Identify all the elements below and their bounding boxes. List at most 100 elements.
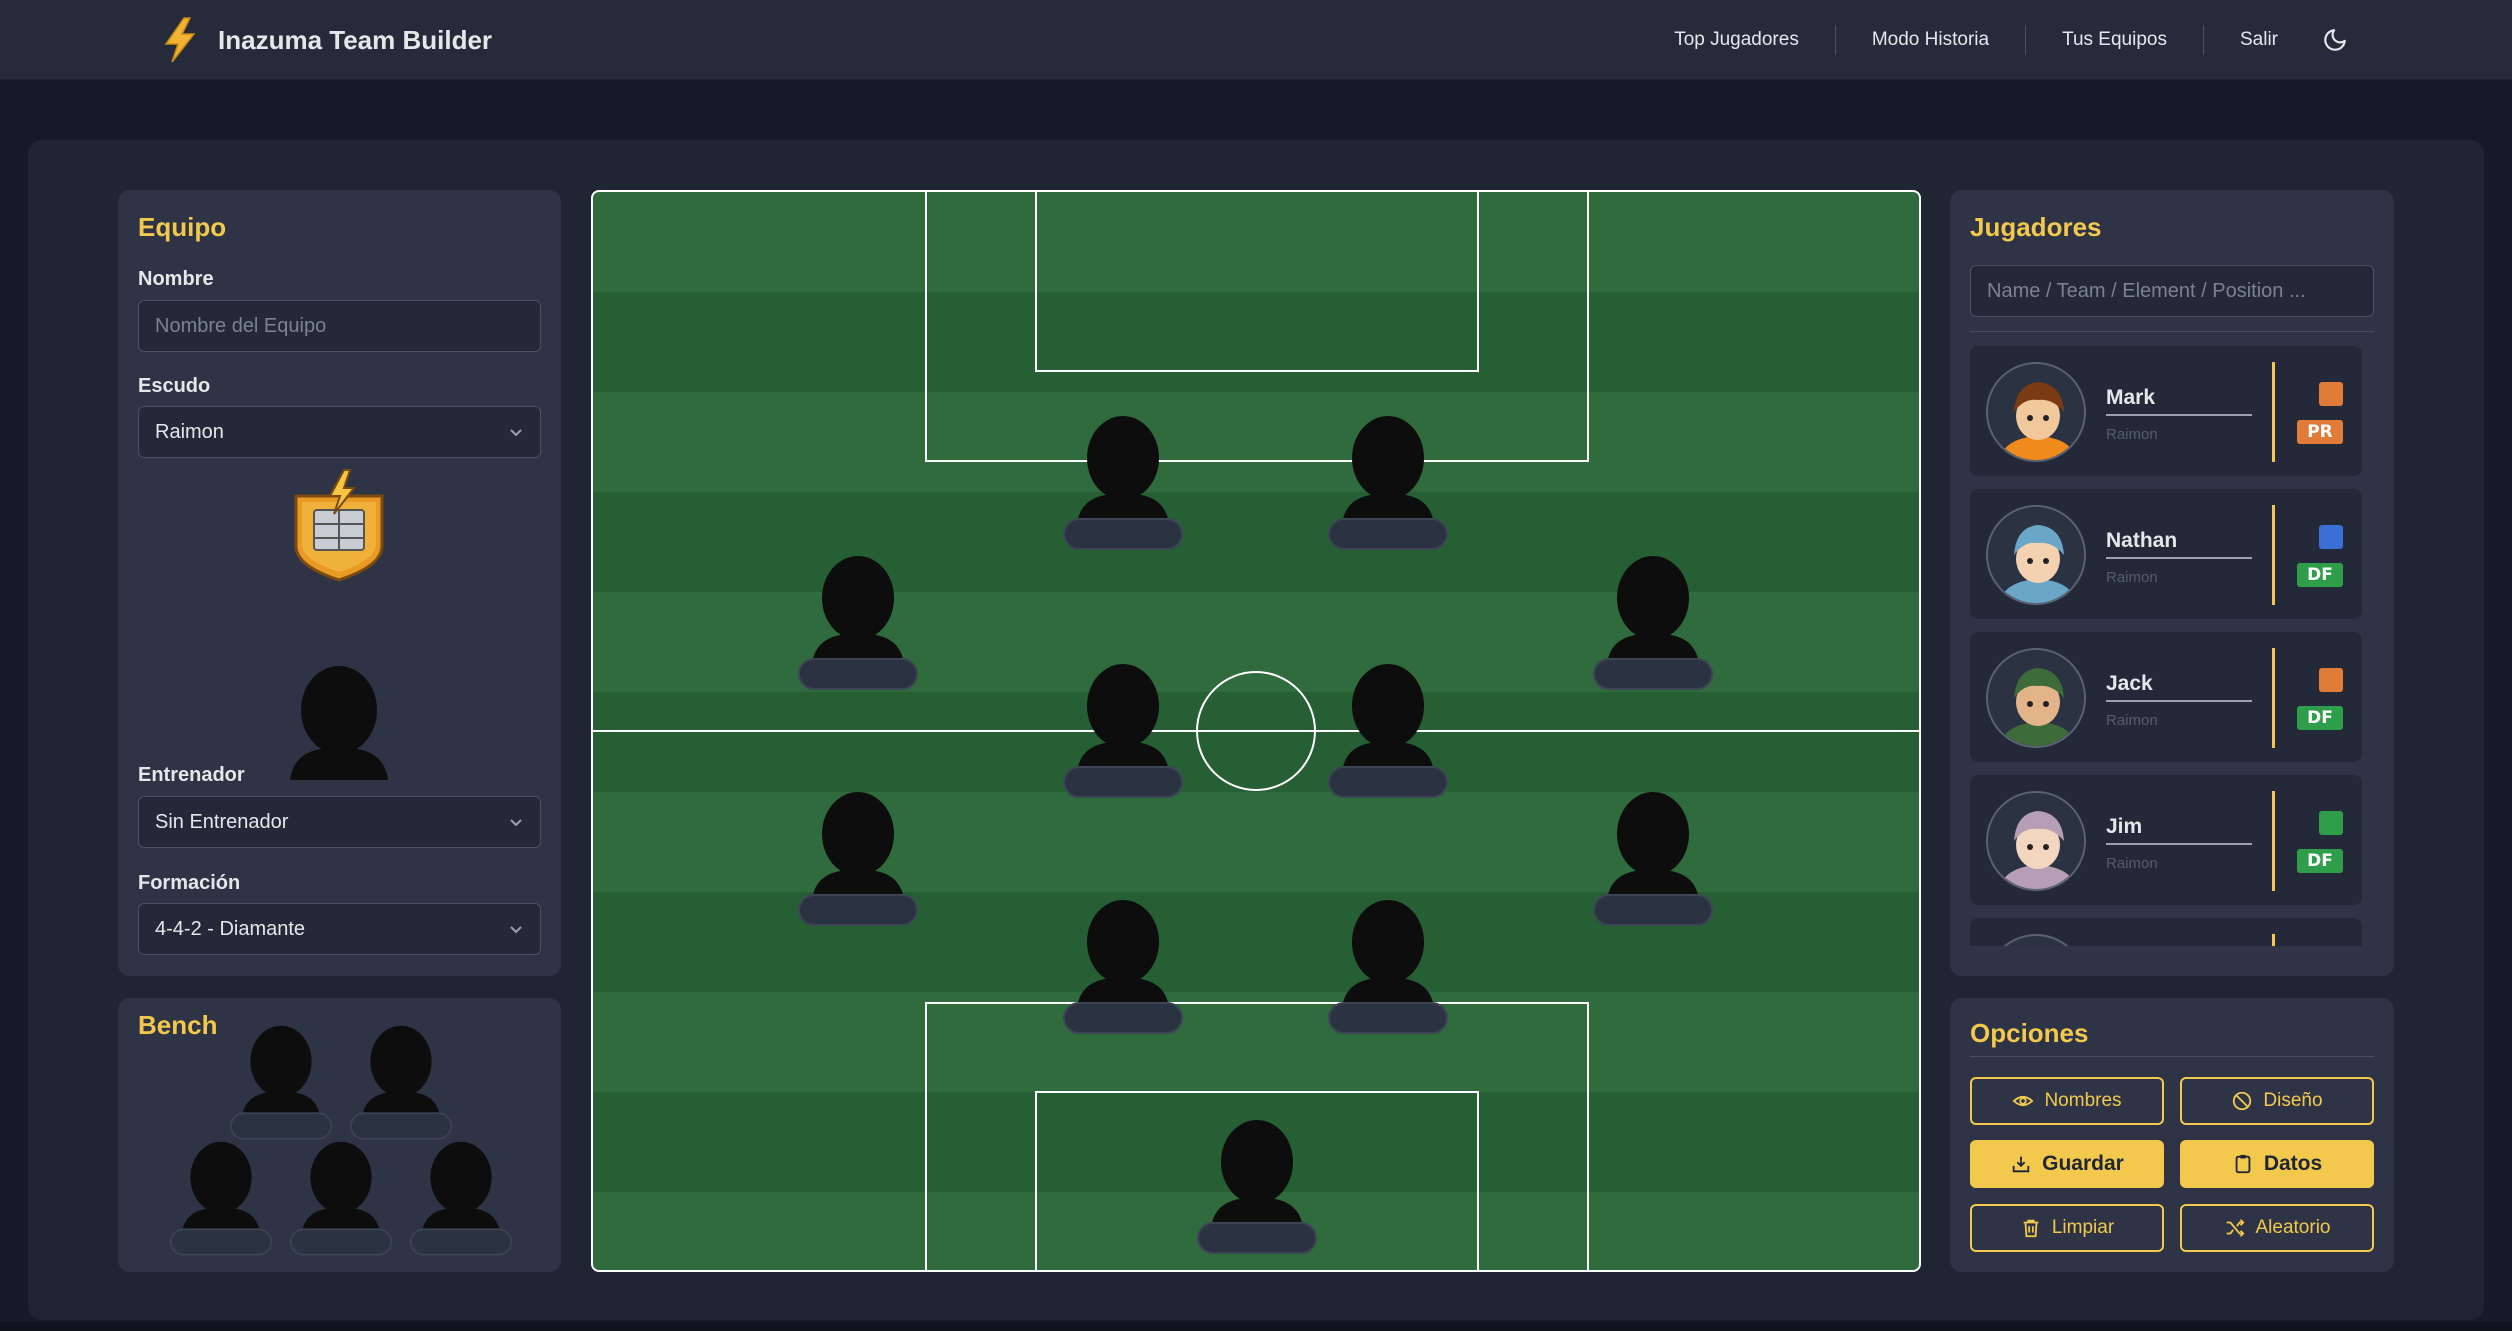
- brand[interactable]: Inazuma Team Builder: [160, 16, 492, 64]
- fire-element-icon: [2319, 668, 2343, 692]
- player-silhouette: [1077, 664, 1169, 772]
- formacion-value: 4-4-2 - Diamante: [155, 918, 306, 940]
- divider: [1970, 1056, 2374, 1057]
- opciones-title: Opciones: [1970, 1018, 2089, 1048]
- guardar-label: Guardar: [2042, 1152, 2124, 1175]
- player-silhouette: [181, 1141, 261, 1234]
- diseno-button[interactable]: Diseño: [2180, 1077, 2374, 1125]
- player-card[interactable]: Mark Raimon PR: [1970, 346, 2362, 476]
- shuffle-icon: [2226, 1219, 2245, 1237]
- player-team: Raimon: [2106, 569, 2158, 586]
- entrenador-value: Sin Entrenador: [155, 811, 289, 833]
- player-nameplate: [1328, 766, 1448, 798]
- nav-salir[interactable]: Salir: [2204, 25, 2306, 55]
- field-player-slot[interactable]: [798, 790, 918, 930]
- field-player-slot[interactable]: [1063, 662, 1183, 802]
- card-divider: [2272, 648, 2275, 748]
- bench-player-slot[interactable]: [170, 1140, 272, 1259]
- player-avatar: [1986, 934, 2086, 946]
- player-nameplate: [1593, 658, 1713, 690]
- field-player-slot[interactable]: [1593, 554, 1713, 694]
- jugadores-panel: Jugadores MarkRaimonPRNathanRaimonDFJack…: [1950, 190, 2394, 976]
- player-nameplate: [1593, 894, 1713, 926]
- name-underline: [2106, 557, 2252, 559]
- coach-silhouette: [290, 666, 388, 780]
- card-divider: [2272, 362, 2275, 462]
- escudo-label: Escudo: [138, 375, 211, 397]
- player-team: Raimon: [2106, 855, 2158, 872]
- field-player-slot[interactable]: [1063, 898, 1183, 1038]
- limpiar-button[interactable]: Limpiar: [1970, 1204, 2164, 1252]
- guardar-button[interactable]: Guardar: [1970, 1140, 2164, 1188]
- bench-player-slot[interactable]: [230, 1024, 332, 1143]
- player-nameplate: [230, 1112, 332, 1140]
- player-silhouette: [1607, 792, 1699, 900]
- player-nameplate: [1063, 518, 1183, 550]
- chevron-down-icon: [510, 429, 522, 437]
- opciones-panel: Opciones Nombres Diseño Guardar Datos Li…: [1950, 998, 2394, 1272]
- jugadores-title: Jugadores: [1970, 212, 2102, 242]
- field-player-slot[interactable]: [1328, 662, 1448, 802]
- formacion-select[interactable]: 4-4-2 - Diamante: [138, 903, 541, 955]
- equipo-panel: Equipo Nombre Escudo Raimon Entrenador S…: [118, 190, 561, 976]
- save-icon: [2012, 1156, 2030, 1173]
- soccer-field: [591, 190, 1921, 1272]
- center-circle: [1196, 671, 1316, 791]
- nav-top-jugadores[interactable]: Top Jugadores: [1638, 25, 1836, 55]
- name-underline: [2106, 700, 2252, 702]
- nombres-button[interactable]: Nombres: [1970, 1077, 2164, 1125]
- player-search-input[interactable]: [1970, 265, 2374, 317]
- player-silhouette: [812, 556, 904, 664]
- player-silhouette: [1342, 900, 1434, 1008]
- trash-icon: [2023, 1219, 2039, 1238]
- bench-player-slot[interactable]: [410, 1140, 512, 1259]
- name-underline: [2106, 843, 2252, 845]
- team-name-input[interactable]: [138, 300, 541, 352]
- player-list[interactable]: Mark Raimon PR Nathan Raimon DF Jack Raimon DF Ji…: [1970, 346, 2374, 946]
- top-goal-area: [1035, 192, 1479, 372]
- field-player-slot[interactable]: [1593, 790, 1713, 930]
- nav-tus-equipos[interactable]: Tus Equipos: [2026, 25, 2204, 55]
- player-card[interactable]: [1970, 918, 2362, 946]
- player-silhouette: [1342, 416, 1434, 524]
- bench-player-slot[interactable]: [350, 1024, 452, 1143]
- player-nameplate: [410, 1228, 512, 1256]
- chevron-down-icon: [510, 926, 522, 934]
- player-avatar: [1986, 362, 2086, 462]
- player-silhouette: [1077, 900, 1169, 1008]
- chevron-down-icon: [510, 819, 522, 827]
- player-nameplate: [798, 894, 918, 926]
- position-badge: PR: [2297, 420, 2343, 444]
- nav-modo-historia[interactable]: Modo Historia: [1836, 25, 2027, 55]
- aleatorio-label: Aleatorio: [2255, 1217, 2331, 1238]
- moon-icon[interactable]: [2318, 23, 2352, 57]
- player-name: Jack: [2106, 672, 2153, 695]
- player-nameplate: [350, 1112, 452, 1140]
- field-player-slot[interactable]: [1063, 414, 1183, 554]
- player-nameplate: [1063, 766, 1183, 798]
- entrenador-label: Entrenador: [138, 764, 245, 786]
- player-nameplate: [798, 658, 918, 690]
- bench-panel: Bench: [118, 998, 561, 1272]
- player-silhouette: [301, 1141, 381, 1234]
- app-title: Inazuma Team Builder: [218, 24, 493, 55]
- player-silhouette: [1211, 1120, 1303, 1228]
- entrenador-select[interactable]: Sin Entrenador: [138, 796, 541, 848]
- player-avatar: [1986, 505, 2086, 605]
- field-player-slot[interactable]: [798, 554, 918, 694]
- aleatorio-button[interactable]: Aleatorio: [2180, 1204, 2374, 1252]
- datos-button[interactable]: Datos: [2180, 1140, 2374, 1188]
- field-player-slot[interactable]: [1328, 898, 1448, 1038]
- field-player-slot[interactable]: [1328, 414, 1448, 554]
- formacion-label: Formación: [138, 872, 241, 894]
- name-underline: [2106, 414, 2252, 416]
- player-card[interactable]: Jack Raimon DF: [1970, 632, 2362, 762]
- escudo-select[interactable]: Raimon: [138, 406, 541, 458]
- player-card[interactable]: Nathan Raimon DF: [1970, 489, 2362, 619]
- diseno-label: Diseño: [2263, 1090, 2323, 1111]
- player-silhouette: [361, 1025, 441, 1118]
- player-card[interactable]: Jim Raimon DF: [1970, 775, 2362, 905]
- bottom-strip: [0, 1322, 2512, 1331]
- field-player-slot[interactable]: [1197, 1118, 1317, 1258]
- bench-player-slot[interactable]: [290, 1140, 392, 1259]
